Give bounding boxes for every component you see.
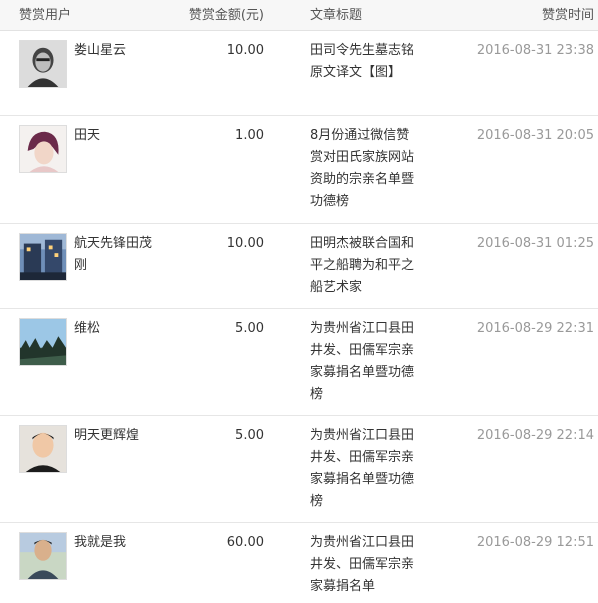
header-amount: 赞赏金额(元) bbox=[188, 8, 264, 23]
amount-value: 5.00 bbox=[235, 428, 264, 443]
user-name[interactable]: 田天 bbox=[74, 125, 154, 147]
table-row: 明天更辉煌 5.00 为贵州省江口县田井发、田儒军宗亲家募捐名单暨功德榜 201… bbox=[0, 416, 598, 523]
article-title-link[interactable]: 为贵州省江口县田井发、田儒军宗亲家募捐名单暨功德榜 bbox=[310, 425, 414, 513]
reward-time: 2016-08-29 22:31 bbox=[476, 321, 594, 336]
table-row: 娄山星云 10.00 田司令先生墓志铭原文译文【图】 2016-08-31 23… bbox=[0, 31, 598, 116]
user-name[interactable]: 维松 bbox=[74, 318, 154, 340]
user-name[interactable]: 明天更辉煌 bbox=[74, 425, 154, 447]
amount-value: 5.00 bbox=[235, 321, 264, 336]
user-name[interactable]: 娄山星云 bbox=[74, 40, 154, 62]
avatar-building-icon[interactable] bbox=[19, 233, 67, 281]
article-title-link[interactable]: 田明杰被联合国和平之船聘为和平之船艺术家 bbox=[310, 233, 414, 299]
table-row: 维松 5.00 为贵州省江口县田井发、田儒军宗亲家募捐名单暨功德榜 2016-0… bbox=[0, 309, 598, 416]
table-header: 赞赏用户 赞赏金额(元) 文章标题 赞赏时间 bbox=[0, 0, 598, 31]
reward-time: 2016-08-29 22:14 bbox=[476, 428, 594, 443]
table-row: 田天 1.00 8月份通过微信赞赏对田氏家族网站资助的宗亲名单暨功德榜 2016… bbox=[0, 116, 598, 224]
article-title-link[interactable]: 田司令先生墓志铭原文译文【图】 bbox=[310, 40, 414, 84]
article-title-link[interactable]: 为贵州省江口县田井发、田儒军宗亲家募捐名单 bbox=[310, 532, 414, 598]
amount-value: 60.00 bbox=[226, 535, 264, 550]
header-title: 文章标题 bbox=[310, 8, 363, 23]
reward-time: 2016-08-29 12:51 bbox=[476, 535, 594, 550]
avatar-man-outdoor-icon[interactable] bbox=[19, 532, 67, 580]
article-title-link[interactable]: 8月份通过微信赞赏对田氏家族网站资助的宗亲名单暨功德榜 bbox=[310, 125, 414, 213]
avatar-woman-icon[interactable] bbox=[19, 125, 67, 173]
user-name[interactable]: 航天先锋田茂刚 bbox=[74, 233, 154, 277]
user-name[interactable]: 我就是我 bbox=[74, 532, 154, 554]
amount-value: 10.00 bbox=[226, 236, 264, 251]
avatar-portrait-bw-icon[interactable] bbox=[19, 40, 67, 88]
reward-time: 2016-08-31 20:05 bbox=[476, 128, 594, 143]
amount-value: 10.00 bbox=[226, 43, 264, 58]
reward-time: 2016-08-31 01:25 bbox=[476, 236, 594, 251]
avatar-man-icon[interactable] bbox=[19, 425, 67, 473]
article-title-link[interactable]: 为贵州省江口县田井发、田儒军宗亲家募捐名单暨功德榜 bbox=[310, 318, 414, 406]
header-time: 赞赏时间 bbox=[541, 8, 594, 23]
header-user: 赞赏用户 bbox=[19, 8, 72, 23]
avatar-landscape-icon[interactable] bbox=[19, 318, 67, 366]
reward-time: 2016-08-31 23:38 bbox=[476, 43, 594, 58]
table-row: 我就是我 60.00 为贵州省江口县田井发、田儒军宗亲家募捐名单 2016-08… bbox=[0, 523, 598, 603]
amount-value: 1.00 bbox=[235, 128, 264, 143]
table-row: 航天先锋田茂刚 10.00 田明杰被联合国和平之船聘为和平之船艺术家 2016-… bbox=[0, 224, 598, 309]
